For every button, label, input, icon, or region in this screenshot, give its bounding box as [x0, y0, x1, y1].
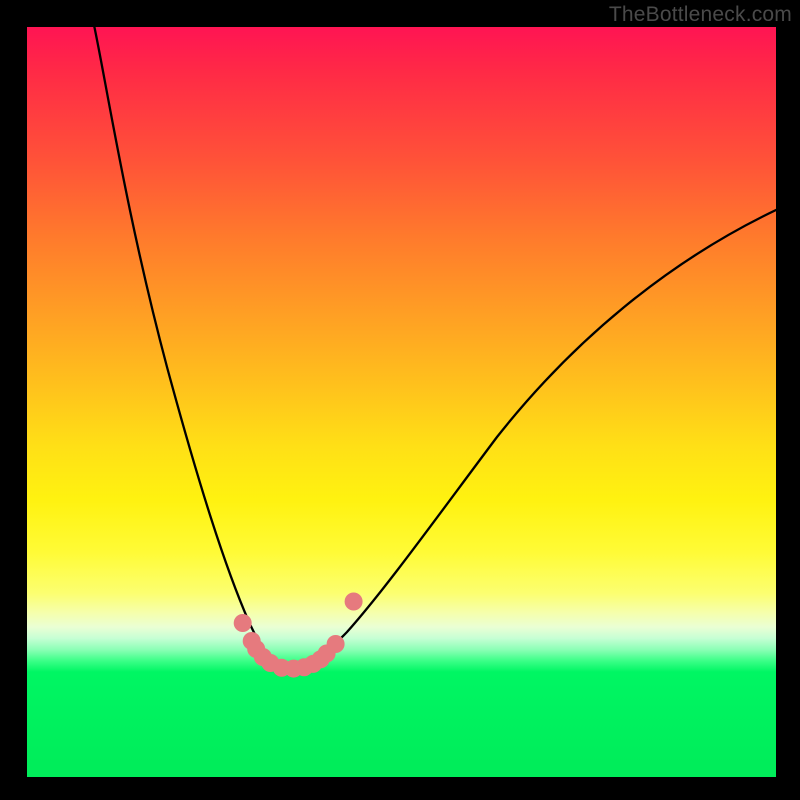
dot	[345, 593, 363, 611]
dots-group	[234, 593, 363, 678]
dot	[234, 614, 252, 632]
frame: TheBottleneck.com	[0, 0, 800, 800]
watermark-text: TheBottleneck.com	[609, 3, 792, 27]
plot-area	[27, 27, 776, 777]
dot	[327, 635, 345, 653]
marker-layer	[27, 27, 776, 777]
